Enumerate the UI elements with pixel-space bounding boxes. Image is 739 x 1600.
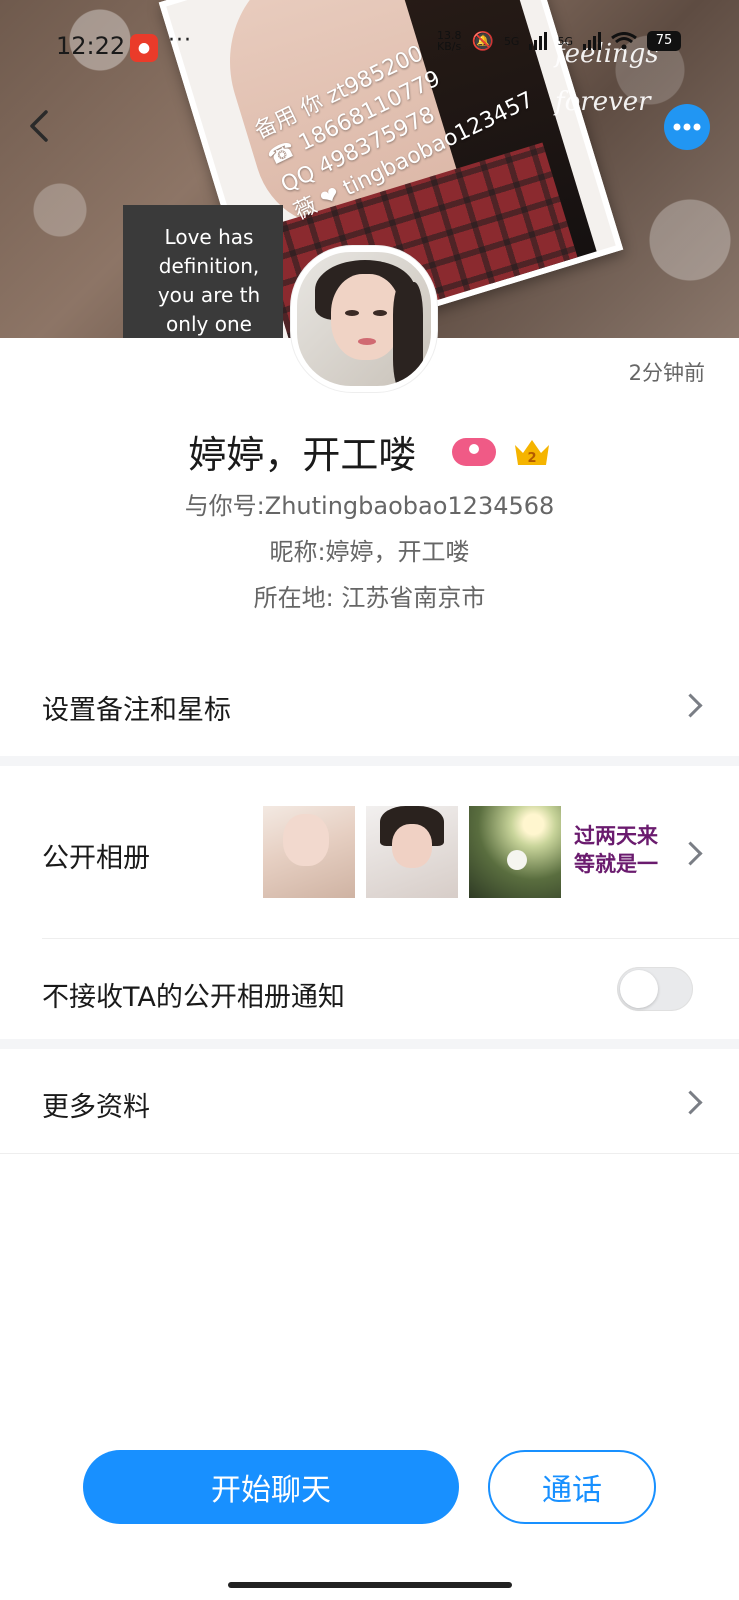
crown-level-icon[interactable]: 2: [513, 437, 551, 467]
network-label-2: 5G: [557, 34, 573, 48]
start-chat-button[interactable]: 开始聊天: [83, 1450, 459, 1524]
album-thumbnail[interactable]: [263, 806, 355, 898]
section-divider: [0, 756, 739, 766]
status-right-group: 13.8 KB/s 🔕 5G 5G 75: [437, 30, 681, 52]
remark-star-row[interactable]: 设置备注和星标: [0, 652, 739, 756]
cover-quote-line: definition,: [158, 254, 260, 278]
cover-script-word: forever: [555, 87, 651, 117]
section-divider: [0, 1039, 739, 1049]
vip-badge-icon[interactable]: [451, 437, 496, 466]
cover-quote-card: Love has definition, you are th only one: [123, 205, 283, 338]
call-button[interactable]: 通话: [488, 1450, 656, 1524]
signal-icon: [529, 32, 548, 50]
signal-icon-2: [583, 32, 601, 50]
mute-bell-icon: 🔕: [471, 30, 494, 52]
cover-quote-line: Love has: [164, 225, 254, 249]
crown-level-number: 2: [527, 451, 536, 466]
name-row: 婷婷，开工喽 2: [0, 424, 739, 479]
more-info-label: 更多资料: [42, 1092, 150, 1123]
more-options-button[interactable]: [664, 104, 710, 150]
cover-quote-line: you are th: [157, 283, 261, 307]
album-notify-label: 不接收TA的公开相册通知: [42, 982, 345, 1013]
chevron-left-icon: [30, 110, 48, 142]
more-info-row[interactable]: 更多资料: [0, 1049, 739, 1153]
home-indicator[interactable]: [228, 1582, 512, 1588]
album-thumb-text-line: 过两天来: [574, 824, 658, 848]
album-thumbnail[interactable]: [366, 806, 458, 898]
wifi-icon: [611, 32, 637, 50]
status-time: 12:22: [56, 32, 126, 60]
public-album-label: 公开相册: [42, 843, 150, 874]
back-button[interactable]: [22, 108, 58, 144]
row-divider: [0, 1153, 739, 1154]
nickname-line: 昵称:婷婷，开工喽: [269, 538, 470, 566]
last-seen-time: 2分钟前: [628, 361, 705, 385]
location-line: 所在地: 江苏省南京市: [253, 584, 486, 612]
status-more-icon: ···: [168, 28, 192, 53]
status-bar: 12:22 ● ··· 13.8 KB/s 🔕 5G 5G 75: [0, 22, 739, 72]
cover-quote-line: only one: [166, 312, 252, 336]
chevron-right-icon: [678, 841, 703, 866]
chevron-right-icon: [678, 1090, 703, 1115]
album-notify-toggle[interactable]: [617, 967, 693, 1011]
network-label-1: 5G: [503, 34, 520, 48]
avatar[interactable]: [291, 246, 437, 392]
net-speed: 13.8 KB/s: [437, 29, 462, 53]
remark-star-label: 设置备注和星标: [42, 695, 231, 726]
display-name: 婷婷，开工喽: [188, 433, 417, 477]
album-thumbnail[interactable]: [469, 806, 561, 898]
more-dots-icon: [673, 123, 701, 131]
battery-icon: 75: [647, 31, 681, 51]
account-id-line: 与你号:Zhutingbaobao1234568: [184, 492, 555, 520]
album-thumbnail-text[interactable]: 过两天来 等就是一: [570, 806, 662, 898]
app-notification-icon: ●: [130, 34, 158, 62]
chevron-right-icon: [678, 693, 703, 718]
album-thumb-text-line: 等就是一: [574, 852, 658, 876]
